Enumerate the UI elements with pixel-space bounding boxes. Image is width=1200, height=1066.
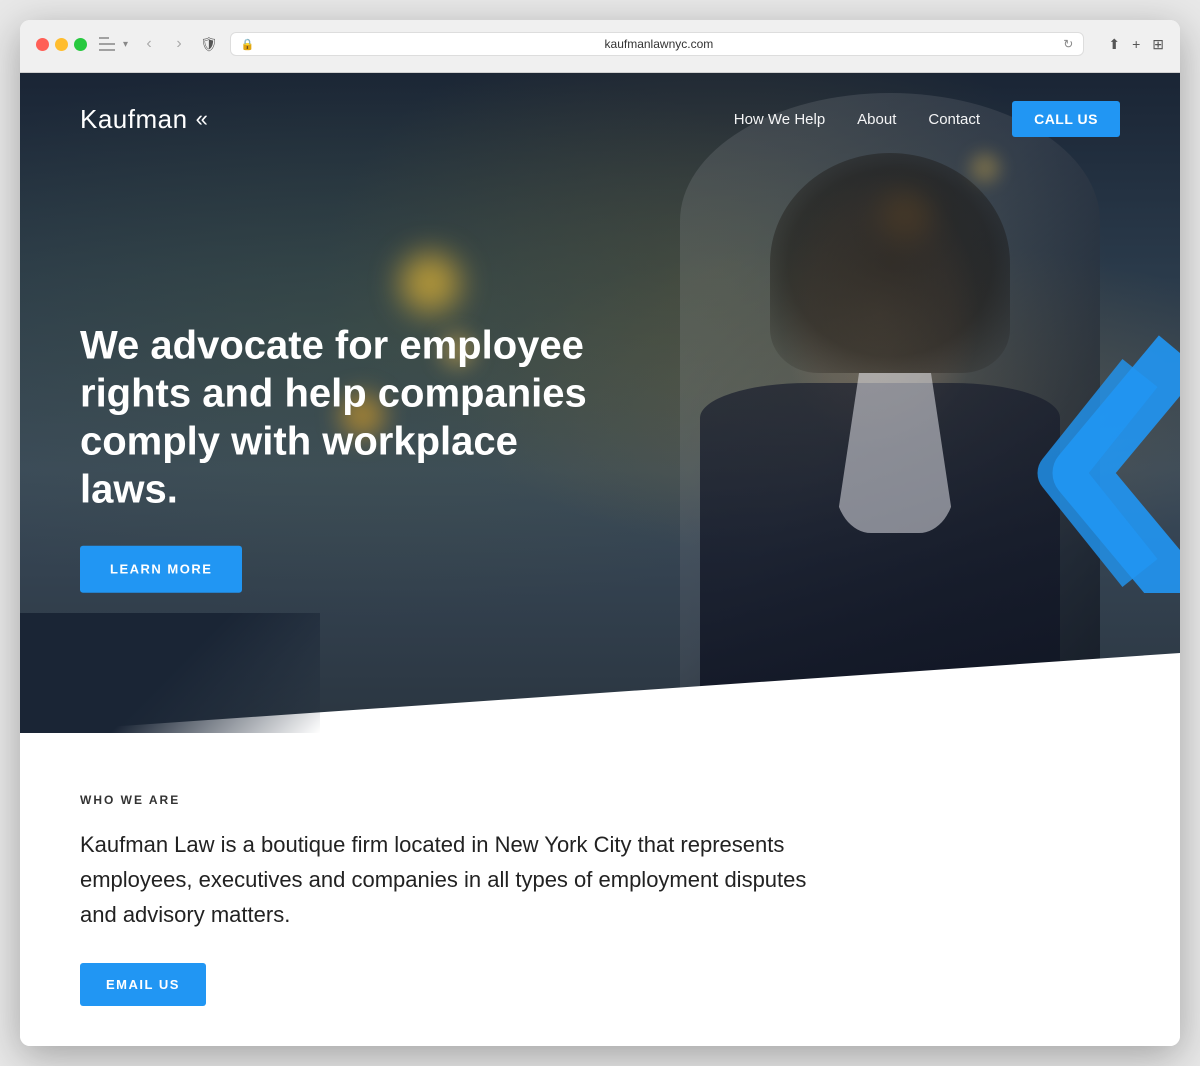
browser-window: ▾ ‹ › 🛡 🔒 kaufmanlawnyc.com ↻ ⬆ + ⊞ bbox=[20, 20, 1180, 1046]
minimize-button[interactable] bbox=[55, 38, 68, 51]
new-tab-icon[interactable]: + bbox=[1132, 36, 1140, 52]
forward-button[interactable]: › bbox=[170, 35, 188, 53]
address-bar[interactable]: 🔒 kaufmanlawnyc.com ↻ bbox=[230, 32, 1085, 56]
hero-section: Kaufman « How We Help About Contact CALL… bbox=[20, 73, 1180, 733]
email-us-button[interactable]: EMAIL US bbox=[80, 963, 206, 1006]
lock-icon: 🔒 bbox=[241, 38, 255, 51]
hero-text-block: We advocate for employee rights and help… bbox=[80, 322, 600, 593]
logo-text: Kaufman bbox=[80, 104, 188, 135]
website-content: Kaufman « How We Help About Contact CALL… bbox=[20, 73, 1180, 1046]
site-logo[interactable]: Kaufman « bbox=[80, 104, 208, 135]
chevron-down-icon: ▾ bbox=[123, 39, 128, 50]
browser-chrome: ▾ ‹ › 🛡 🔒 kaufmanlawnyc.com ↻ ⬆ + ⊞ bbox=[20, 20, 1180, 73]
grid-icon[interactable]: ⊞ bbox=[1152, 36, 1164, 53]
url-text: kaufmanlawnyc.com bbox=[261, 37, 1058, 51]
logo-chevron-icon: « bbox=[196, 106, 208, 132]
close-button[interactable] bbox=[36, 38, 49, 51]
about-section: WHO WE ARE Kaufman Law is a boutique fir… bbox=[20, 733, 1180, 1046]
traffic-lights bbox=[36, 38, 87, 51]
shield-icon: 🛡 bbox=[200, 36, 218, 53]
hero-headline: We advocate for employee rights and help… bbox=[80, 322, 600, 514]
main-navigation: Kaufman « How We Help About Contact CALL… bbox=[20, 73, 1180, 165]
bokeh-light-1 bbox=[400, 253, 460, 313]
maximize-button[interactable] bbox=[74, 38, 87, 51]
hero-dark-corner bbox=[20, 613, 320, 733]
sidebar-toggle-icon[interactable] bbox=[99, 37, 115, 51]
who-we-are-label: WHO WE ARE bbox=[80, 793, 1120, 807]
browser-controls: ▾ bbox=[99, 37, 128, 51]
nav-link-contact[interactable]: Contact bbox=[928, 111, 980, 128]
blue-chevron-decoration bbox=[960, 273, 1180, 593]
browser-actions: ⬆ + ⊞ bbox=[1108, 36, 1164, 53]
learn-more-button[interactable]: LEARN MORE bbox=[80, 546, 242, 593]
nav-link-how-we-help[interactable]: How We Help bbox=[734, 111, 825, 128]
reload-icon[interactable]: ↻ bbox=[1063, 37, 1073, 51]
back-button[interactable]: ‹ bbox=[140, 35, 158, 53]
nav-link-about[interactable]: About bbox=[857, 111, 896, 128]
about-body-text: Kaufman Law is a boutique firm located i… bbox=[80, 827, 820, 933]
share-icon[interactable]: ⬆ bbox=[1108, 36, 1120, 53]
nav-links: How We Help About Contact CALL US bbox=[734, 101, 1120, 137]
call-us-button[interactable]: CALL US bbox=[1012, 101, 1120, 137]
